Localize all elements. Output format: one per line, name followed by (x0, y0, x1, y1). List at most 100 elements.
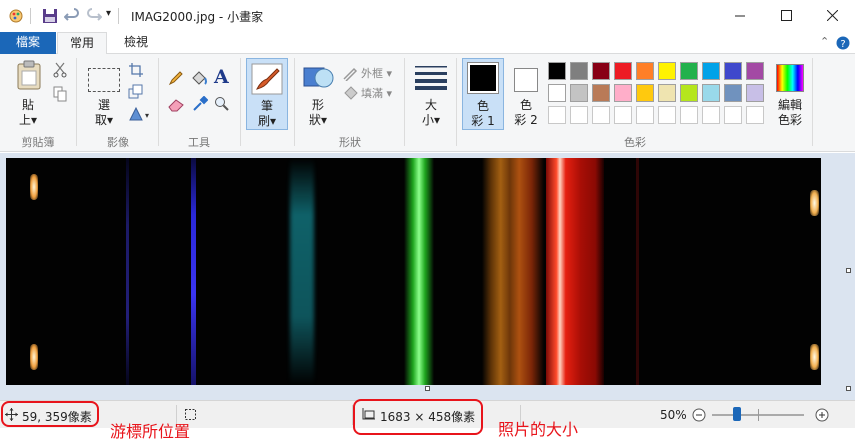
palette-swatch[interactable] (658, 84, 676, 102)
zoom-slider-tick (758, 409, 759, 421)
image-group-label: 影像 (107, 136, 129, 149)
group-separator (294, 58, 295, 146)
help-icon[interactable]: ? (836, 36, 850, 50)
resize-handle-corner[interactable] (846, 386, 851, 391)
palette-swatch[interactable] (702, 84, 720, 102)
resize-icon[interactable] (128, 84, 144, 100)
tab-file[interactable]: 檔案 (0, 32, 56, 54)
palette-swatch[interactable] (724, 62, 742, 80)
palette-swatch-empty[interactable] (746, 106, 764, 124)
color-picker-icon[interactable] (192, 96, 208, 112)
palette-swatch-empty[interactable] (614, 106, 632, 124)
select-label: 選 (97, 98, 110, 112)
palette-swatch-empty[interactable] (548, 106, 566, 124)
light-spot (810, 344, 819, 370)
palette-swatch[interactable] (614, 84, 632, 102)
window-title: IMAG2000.jpg - 小畫家 (131, 10, 264, 24)
palette-swatch[interactable] (592, 84, 610, 102)
color-2-button[interactable]: 色 彩 2 (508, 58, 544, 130)
palette-swatch-empty[interactable] (702, 106, 720, 124)
palette-swatch[interactable] (570, 84, 588, 102)
tab-home[interactable]: 常用 (57, 32, 107, 55)
palette-swatch[interactable] (680, 62, 698, 80)
palette-swatch[interactable] (724, 84, 742, 102)
fill-bucket-icon[interactable] (190, 70, 208, 86)
zoom-in-icon[interactable] (815, 408, 829, 422)
palette-swatch-empty[interactable] (680, 106, 698, 124)
tab-view[interactable]: 檢視 (108, 32, 164, 54)
eraser-icon[interactable] (168, 96, 186, 112)
ribbon-tabs: 檔案 常用 檢視 ⌃ ? (0, 32, 855, 55)
zoom-slider-thumb[interactable] (733, 407, 741, 421)
paste-label-2: 上▾ (18, 113, 38, 127)
quick-access-dropdown-icon[interactable]: ▾ (106, 8, 111, 19)
resize-handle-bottom[interactable] (425, 386, 430, 391)
size-button[interactable]: 大 小▾ (410, 58, 452, 130)
pencil-icon[interactable] (168, 70, 184, 86)
magnifier-icon[interactable] (214, 96, 230, 112)
paste-button[interactable]: 貼 上▾ (6, 58, 50, 130)
palette-swatch[interactable] (548, 84, 566, 102)
rotate-icon[interactable]: ▾ (128, 106, 150, 122)
select-rect-icon (88, 68, 120, 92)
palette-swatch-empty[interactable] (592, 106, 610, 124)
size-label: 大 (424, 98, 437, 112)
paint-window: ▾ IMAG2000.jpg - 小畫家 檔案 常用 檢視 ⌃ ? 貼 上▾ 剪… (0, 0, 855, 445)
palette-swatch[interactable] (636, 62, 654, 80)
undo-icon[interactable] (64, 8, 80, 24)
shapes-button[interactable]: 形 狀▾ (300, 58, 336, 130)
cursor-position-annotation: 游標所位置 (110, 422, 191, 441)
color-1-label: 色 (476, 99, 489, 113)
palette-swatch[interactable] (592, 62, 610, 80)
palette-swatch[interactable] (570, 62, 588, 80)
palette-swatch-empty[interactable] (658, 106, 676, 124)
copy-icon[interactable] (53, 86, 67, 102)
title-separator (30, 8, 31, 24)
color-2-swatch (514, 68, 538, 92)
palette-swatch[interactable] (746, 84, 764, 102)
ribbon-home: 貼 上▾ 剪貼簿 選 取▾ ▾ 影像 A 工具 筆 刷▾ 形 狀▾ 外框 ▾ 填… (0, 54, 855, 152)
line-size-icon (415, 66, 447, 90)
close-icon (826, 9, 838, 21)
palette-swatch[interactable] (746, 62, 764, 80)
text-tool-icon[interactable]: A (214, 66, 229, 88)
palette-swatch[interactable] (680, 84, 698, 102)
svg-text:▾: ▾ (145, 111, 149, 120)
image-canvas[interactable] (6, 158, 821, 385)
palette-swatch[interactable] (548, 62, 566, 80)
clipboard-icon (17, 60, 41, 90)
group-separator (158, 58, 159, 146)
image-size-annotation: 照片的大小 (498, 420, 579, 439)
edit-colors-button[interactable]: 編輯 色彩 (772, 58, 808, 130)
palette-swatch-empty[interactable] (570, 106, 588, 124)
cut-icon[interactable] (53, 62, 67, 78)
collapse-ribbon-icon[interactable]: ⌃ (820, 35, 829, 48)
save-icon[interactable] (42, 8, 58, 24)
select-button[interactable]: 選 取▾ (84, 58, 124, 130)
palette-swatch-empty[interactable] (724, 106, 742, 124)
color-1-button[interactable]: 色 彩 1 (462, 58, 504, 130)
crop-icon[interactable] (128, 62, 144, 78)
zoom-slider-track[interactable] (712, 407, 804, 421)
zoom-out-icon[interactable] (692, 408, 706, 422)
palette-swatch[interactable] (658, 62, 676, 80)
maximize-button[interactable] (763, 0, 809, 30)
color-palette (548, 62, 770, 128)
brushes-label-2: 刷▾ (257, 114, 277, 128)
select-label-2: 取▾ (94, 113, 114, 127)
minimize-button[interactable] (717, 0, 763, 30)
palette-swatch-empty[interactable] (636, 106, 654, 124)
spectral-line-violet (126, 158, 129, 385)
color-2-label: 色 (519, 98, 532, 112)
outline-button[interactable]: 外框 ▾ (342, 64, 400, 82)
close-button[interactable] (809, 0, 855, 30)
outline-icon (343, 67, 358, 81)
redo-icon[interactable] (86, 8, 102, 24)
fill-button[interactable]: 填滿 ▾ (342, 84, 400, 102)
palette-swatch[interactable] (702, 62, 720, 80)
maximize-icon (780, 9, 792, 21)
palette-swatch[interactable] (636, 84, 654, 102)
resize-handle-right[interactable] (846, 268, 851, 273)
brushes-button[interactable]: 筆 刷▾ (246, 58, 288, 130)
palette-swatch[interactable] (614, 62, 632, 80)
